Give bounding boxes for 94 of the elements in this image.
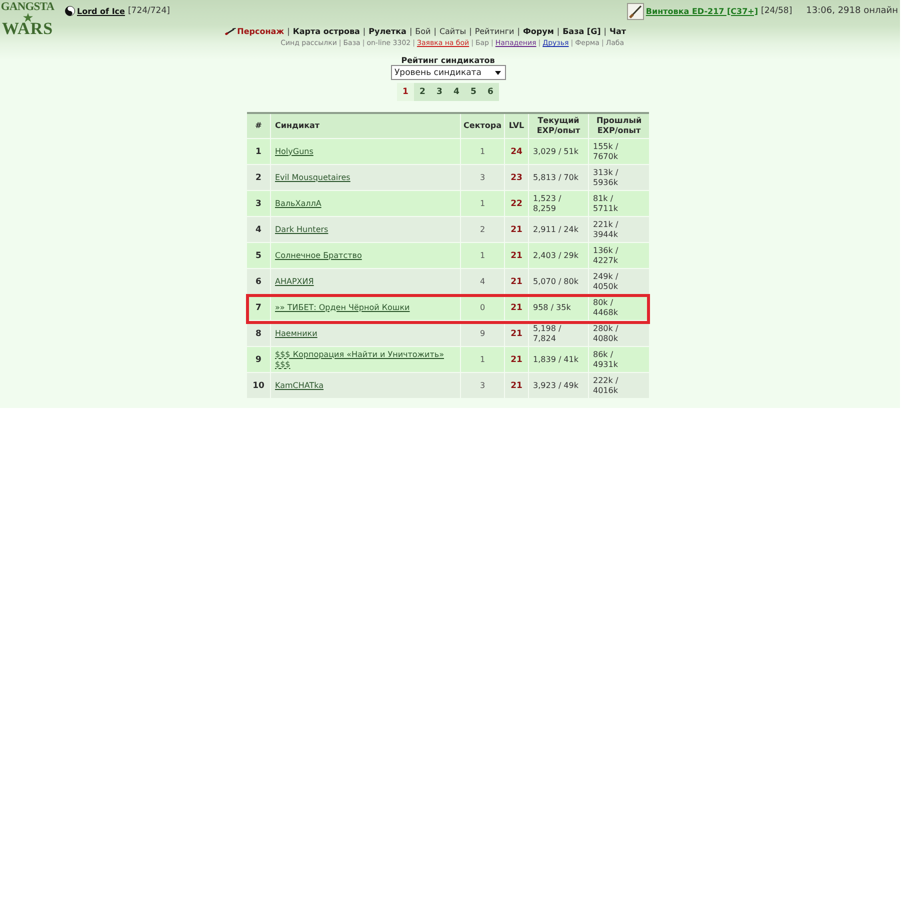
sectors-cell: 3 xyxy=(461,373,504,398)
menu-separator: | xyxy=(287,26,290,36)
user-name-link[interactable]: Lord of Ice xyxy=(77,6,125,16)
logo-text: GANGSTA xyxy=(0,2,54,13)
sort-select[interactable]: Уровень синдиката xyxy=(390,65,506,80)
current-exp-cell: 2,911 / 24k xyxy=(529,217,588,242)
current-exp-cell: 1,523 / 8,259 xyxy=(529,191,588,216)
menu-separator: | xyxy=(517,26,520,36)
past-exp-cell: 86k / 4931k xyxy=(589,347,649,372)
menu-separator: | xyxy=(469,26,472,36)
yin-yang-icon xyxy=(65,6,75,16)
sectors-cell: 4 xyxy=(461,269,504,294)
page-tab[interactable]: 2 xyxy=(414,83,431,101)
page-tab[interactable]: 5 xyxy=(465,83,482,101)
column-header: Прошлый EXP/опыт xyxy=(589,114,649,138)
menu-link[interactable]: База [G] xyxy=(562,26,601,36)
level-cell: 24 xyxy=(505,139,528,164)
sectors-cell: 1 xyxy=(461,347,504,372)
rank-cell: 1 xyxy=(247,139,270,164)
health-text: [724/724] xyxy=(128,6,170,16)
level-cell: 22 xyxy=(505,191,528,216)
syndicate-link[interactable]: Наемники xyxy=(275,328,318,338)
star-icon xyxy=(22,13,32,22)
menu-link[interactable]: Рейтинги xyxy=(474,26,514,36)
current-exp-cell: 1,839 / 41k xyxy=(529,347,588,372)
current-exp-cell: 5,070 / 80k xyxy=(529,269,588,294)
current-exp-cell: 2,403 / 29k xyxy=(529,243,588,268)
rank-cell: 2 xyxy=(247,165,270,190)
rank-cell: 4 xyxy=(247,217,270,242)
level-cell: 21 xyxy=(505,243,528,268)
rank-cell: 5 xyxy=(247,243,270,268)
logo-text: WARS xyxy=(2,22,54,36)
menu-separator: | xyxy=(604,26,606,36)
menu-link[interactable]: Форум xyxy=(522,26,554,36)
level-cell: 21 xyxy=(505,295,528,320)
current-exp-cell: 5,813 / 70k xyxy=(529,165,588,190)
menu-link[interactable]: Карта острова xyxy=(292,26,360,36)
syndicate-link[interactable]: Dark Hunters xyxy=(275,224,328,234)
past-exp-cell: 136k / 4227k xyxy=(589,243,649,268)
syndicate-link[interactable]: Evil Mousquetaires xyxy=(275,172,350,182)
column-header: Сектора xyxy=(461,114,504,138)
sectors-cell: 1 xyxy=(461,139,504,164)
sectors-cell: 3 xyxy=(461,165,504,190)
page-tab[interactable]: 1 xyxy=(397,83,414,101)
level-cell: 21 xyxy=(505,347,528,372)
ammo-text: [24/58] xyxy=(761,6,792,16)
section-title: Рейтинг синдикатов xyxy=(401,56,495,65)
menu-link[interactable]: Рулетка xyxy=(368,26,406,36)
level-cell: 21 xyxy=(505,217,528,242)
syndicate-link[interactable]: Солнечное Братство xyxy=(275,250,362,260)
syndicate-link[interactable]: ВальХаллА xyxy=(275,198,322,208)
caret-icon xyxy=(494,70,500,74)
syndicate-link[interactable]: HolyGuns xyxy=(275,146,314,156)
sectors-cell: 1 xyxy=(461,191,504,216)
menu-link[interactable]: Персонаж xyxy=(237,26,284,36)
past-exp-cell: 81k / 5711k xyxy=(589,191,649,216)
gun-icon xyxy=(225,28,236,34)
past-exp-cell: 155k / 7670k xyxy=(589,139,649,164)
rank-cell: 6 xyxy=(247,269,270,294)
weapon-link[interactable]: Винтовка ED-217 [C37+] xyxy=(646,6,758,16)
rifle-icon[interactable] xyxy=(626,2,644,20)
menu-link[interactable]: Чат xyxy=(610,26,626,36)
column-header: # xyxy=(247,114,270,138)
page-tab[interactable]: 6 xyxy=(482,83,499,101)
sectors-cell: 1 xyxy=(461,243,504,268)
sectors-cell: 0 xyxy=(461,295,504,320)
syndicate-link[interactable]: АНАРХИЯ xyxy=(275,276,314,286)
page-tab[interactable]: 4 xyxy=(448,83,465,101)
page-tab[interactable]: 3 xyxy=(431,83,448,101)
column-header: LVL xyxy=(505,114,528,138)
past-exp-cell: 313k / 5936k xyxy=(589,165,649,190)
current-exp-cell: 3,029 / 51k xyxy=(529,139,588,164)
menu-link[interactable]: Бой xyxy=(415,26,431,36)
menu-separator: | xyxy=(362,26,366,36)
menu-separator: | xyxy=(434,26,436,36)
menu-separator: | xyxy=(409,26,412,36)
column-header: Синдикат xyxy=(271,114,460,138)
current-exp-cell: 3,923 / 49k xyxy=(529,373,588,398)
menu-link[interactable]: Сайты xyxy=(439,26,466,36)
past-exp-cell: 222k / 4016k xyxy=(589,373,649,398)
column-header: Текущий EXP/опыт xyxy=(529,114,588,138)
status-text: 13:06, 2918 онлайн xyxy=(806,6,898,16)
past-exp-cell: 249k / 4050k xyxy=(589,269,649,294)
syndicate-link[interactable]: KamCHATka xyxy=(275,380,324,390)
rank-cell: 3 xyxy=(247,191,270,216)
sectors-cell: 2 xyxy=(461,217,504,242)
level-cell: 23 xyxy=(505,165,528,190)
level-cell: 21 xyxy=(505,269,528,294)
rank-cell: 9 xyxy=(247,347,270,372)
menu-separator: | xyxy=(556,26,560,36)
current-exp-cell: 958 / 35k xyxy=(529,295,588,320)
past-exp-cell: 221k / 3944k xyxy=(589,217,649,242)
rank-cell: 10 xyxy=(247,373,270,398)
level-cell: 21 xyxy=(505,373,528,398)
